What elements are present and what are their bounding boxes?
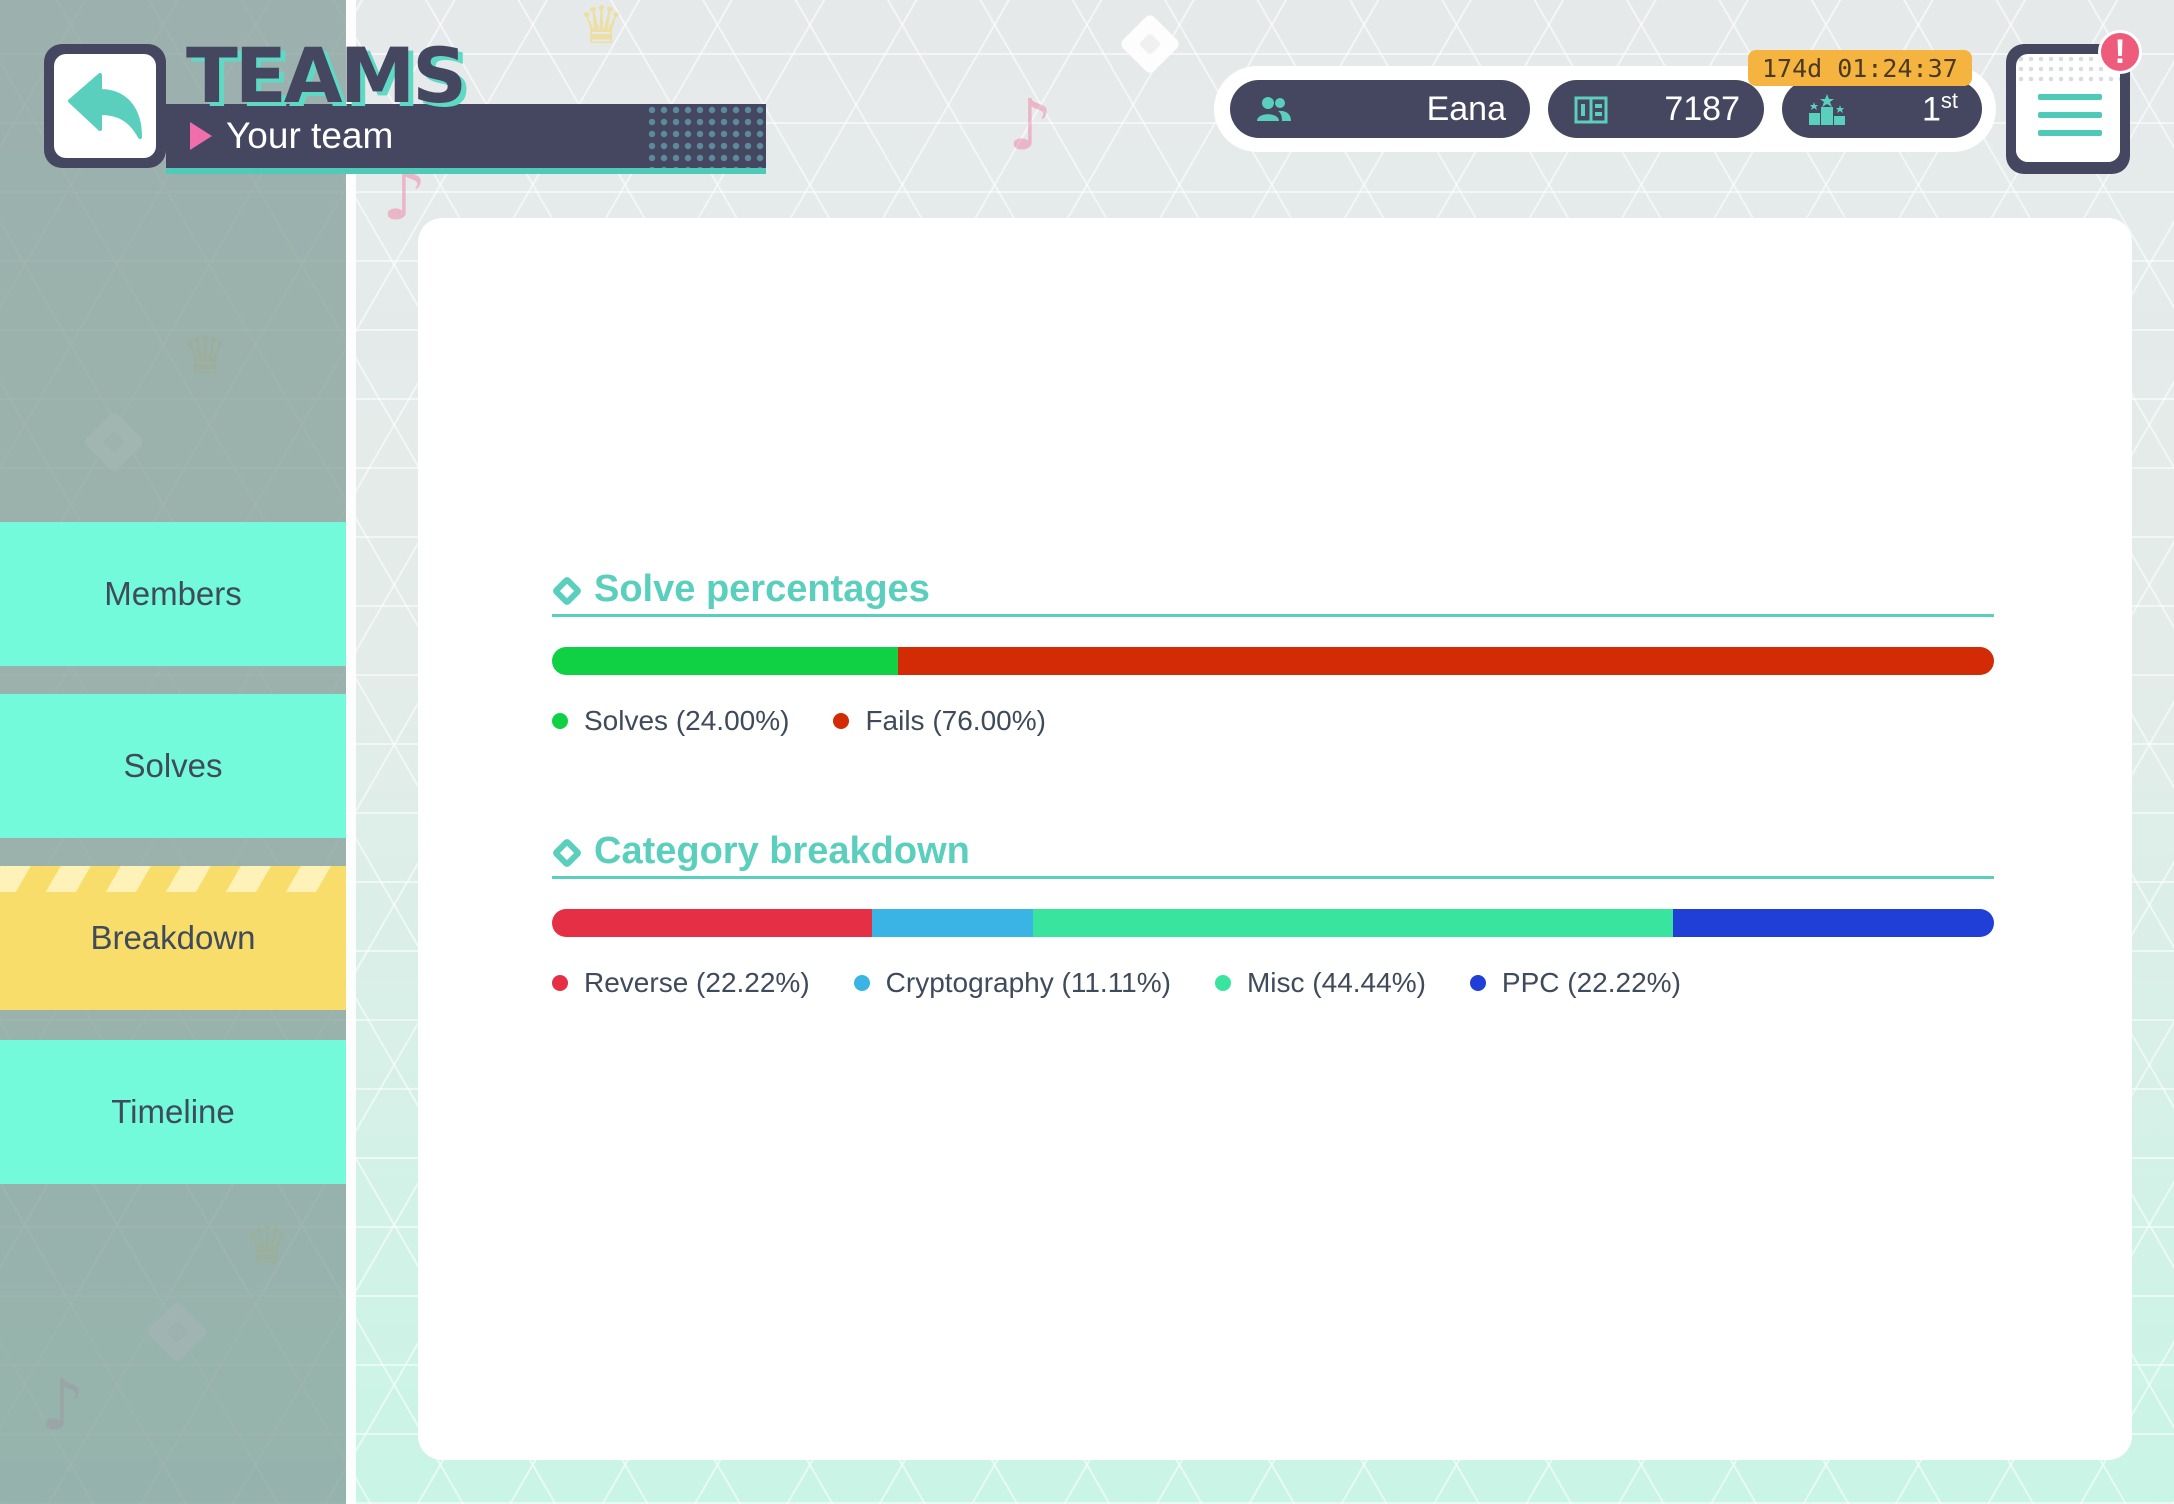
podium-icon (1808, 93, 1846, 125)
rank-pill: 1st (1782, 80, 1982, 138)
sidebar-item-members[interactable]: Members (0, 522, 346, 666)
bar-segment (1673, 909, 1994, 937)
alert-badge[interactable]: ! (2098, 30, 2142, 74)
main-panel: Solve percentages Solves (24.00%) Fails (… (418, 218, 2132, 1460)
legend-dot-icon (1214, 975, 1231, 991)
legend-dot-icon (1469, 975, 1486, 991)
legend-label: PPC (22.22%) (1501, 967, 1681, 998)
music-note-decoration: ♪ (1008, 84, 1053, 166)
score-pill: 7187 (1548, 80, 1764, 138)
bar-segment (552, 909, 873, 937)
category-legend: Reverse (22.22%) Cryptography (11.11%) Mis… (552, 967, 1994, 999)
rank-number: 1 (1921, 90, 1941, 129)
sidebar-item-breakdown[interactable]: Breakdown (0, 866, 346, 1010)
legend-dot-icon (833, 713, 850, 729)
legend-item: Fails (76.00%) (833, 705, 1046, 737)
bar-segment (552, 647, 899, 675)
users-icon (1256, 96, 1292, 122)
section-heading: Solve percentages (551, 564, 1994, 617)
sidebar-item-solves[interactable]: Solves (0, 694, 346, 838)
username: Eana (1426, 89, 1506, 128)
sidebar-item-label: Breakdown (90, 919, 256, 956)
page-title: TEAMS (186, 31, 467, 120)
legend-label: Cryptography (11.11%) (885, 967, 1171, 998)
back-button[interactable] (44, 44, 166, 168)
section-title: Category breakdown (594, 829, 970, 872)
section-heading: Category breakdown (551, 826, 1994, 879)
score-value: 7187 (1664, 89, 1740, 128)
legend-dot-icon (552, 713, 568, 729)
diamond-decoration (1118, 12, 1182, 76)
legend-item: PPC (22.22%) (1469, 967, 1681, 999)
timer-badge: 174d 01:24:37 (1748, 50, 1972, 86)
crown-decoration: ♛ (578, 0, 625, 56)
page-subtitle: Your team (190, 113, 393, 159)
section-title: Solve percentages (594, 567, 930, 610)
subtitle-text: Your team (226, 115, 394, 156)
legend-item: Solves (24.00%) (552, 705, 789, 737)
legend-label: Fails (76.00%) (865, 705, 1046, 736)
solve-percentage-bar (552, 647, 1994, 675)
legend-item: Cryptography (11.11%) (853, 967, 1171, 999)
bar-segment (872, 909, 1033, 937)
sidebar-divider (346, 0, 356, 1504)
category-breakdown-bar (552, 909, 1994, 937)
legend-item: Reverse (22.22%) (552, 967, 810, 999)
solve-legend: Solves (24.00%) Fails (76.00%) (552, 705, 1994, 737)
legend-label: Misc (44.44%) (1246, 967, 1426, 998)
legend-item: Misc (44.44%) (1214, 967, 1426, 999)
solve-percentages-section: Solve percentages Solves (24.00%) Fails (… (551, 564, 1994, 737)
back-button-face (54, 54, 156, 158)
bar-segment (898, 647, 1994, 675)
legend-dot-icon (552, 975, 568, 991)
sidebar-item-label: Solves (123, 747, 223, 784)
rank-value: 1st (1922, 88, 1958, 129)
sidebar-item-timeline[interactable]: Timeline (0, 1040, 346, 1184)
category-breakdown-section: Category breakdown Reverse (22.22%) Crypt… (551, 826, 1994, 999)
user-pill[interactable]: Eana (1230, 80, 1530, 138)
hamburger-icon (2038, 94, 2102, 148)
diamond-icon (551, 837, 583, 869)
play-icon (190, 122, 212, 150)
sidebar-item-label: Timeline (111, 1093, 235, 1130)
bar-segment (1032, 909, 1674, 937)
menu-button-face (2016, 54, 2120, 162)
legend-dot-icon (853, 975, 870, 991)
back-arrow-icon (68, 73, 142, 139)
legend-label: Solves (24.00%) (584, 705, 790, 736)
legend-label: Reverse (22.22%) (584, 967, 810, 998)
sidebar-item-label: Members (104, 575, 242, 612)
rank-suffix: st (1940, 88, 1958, 114)
diamond-icon (551, 575, 583, 607)
scoreboard-icon (1574, 94, 1608, 124)
halftone-decoration (646, 104, 766, 168)
